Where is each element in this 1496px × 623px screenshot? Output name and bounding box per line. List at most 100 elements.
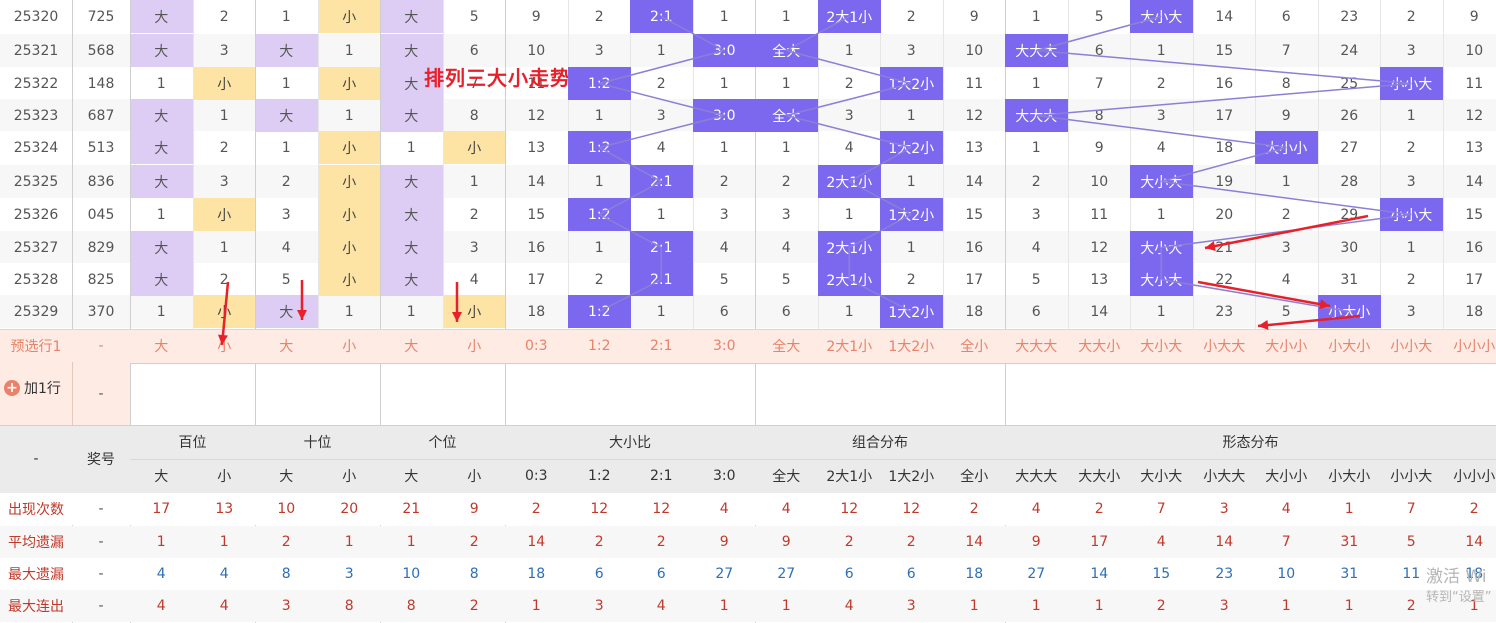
sub-header: 0:3 (524, 468, 548, 484)
hit-cell: 1:2 (568, 131, 631, 164)
data-cell: 3 (1406, 42, 1416, 59)
preselect-option[interactable]: 2:1 (630, 329, 693, 362)
preselect-option[interactable]: 小小大 (1380, 329, 1443, 362)
preselect-option[interactable]: 大 (255, 329, 318, 362)
data-cell: 1 (219, 239, 229, 256)
data-cell: 3 (656, 107, 666, 124)
data-cell: 15 (1215, 42, 1234, 59)
data-cell: 8 (469, 107, 479, 124)
data-cell: 大 (380, 99, 443, 132)
preselect-option[interactable]: 小 (193, 329, 256, 362)
data-cell: 14 (527, 173, 546, 190)
data-cell: 3 (906, 42, 916, 59)
preselect-option[interactable]: 小大大 (1193, 329, 1256, 362)
header-dash: - (33, 451, 39, 467)
sub-header: 1:2 (587, 468, 611, 484)
data-cell: 11 (1465, 75, 1484, 92)
issue-cell: 25323 (13, 107, 59, 124)
grid-vline (1318, 0, 1319, 330)
data-cell: 1 (656, 42, 666, 59)
data-cell: 7 (1094, 75, 1104, 92)
stats-value: 8 (406, 598, 416, 614)
data-cell: 26 (1340, 107, 1359, 124)
data-cell: 2 (719, 173, 729, 190)
data-cell: 1 (344, 107, 354, 124)
data-cell: 3 (1156, 107, 1166, 124)
data-cell: 5 (781, 271, 791, 288)
preselect-option[interactable]: 大大大 (1005, 329, 1068, 362)
data-cell: 4 (1031, 239, 1041, 256)
issue-cell: 25324 (13, 139, 59, 156)
preselect-option[interactable]: 2大1小 (818, 329, 881, 362)
preselect-option[interactable]: 大小小 (1255, 329, 1318, 362)
preselect-option[interactable]: 大小大 (1130, 329, 1193, 362)
award-number-cell: 045 (87, 206, 115, 223)
data-cell: 9 (969, 8, 979, 25)
data-cell: 29 (1340, 206, 1359, 223)
hit-cell: 2:1 (630, 231, 693, 264)
preselect-option[interactable]: 小 (318, 329, 381, 362)
preselect-option[interactable]: 1大2小 (880, 329, 943, 362)
data-cell: 19 (1215, 173, 1234, 190)
sub-header: 大 (279, 469, 294, 485)
preselect-option[interactable]: 大大小 (1068, 329, 1131, 362)
data-cell: 10 (1465, 42, 1484, 59)
data-cell: 1 (1156, 42, 1166, 59)
preselect-option[interactable]: 小小小 (1443, 329, 1496, 362)
add-row-button[interactable]: + 加1行 (4, 378, 61, 398)
hit-cell: 1:2 (568, 198, 631, 231)
sub-header: 大小小 (1265, 469, 1308, 485)
grid-vline (1193, 0, 1194, 330)
hit-cell: 大小大 (1130, 231, 1193, 264)
stats-value: 2 (844, 534, 854, 550)
data-cell: 18 (1465, 303, 1484, 320)
data-cell: 2 (1406, 271, 1416, 288)
grid-vline (193, 0, 194, 330)
data-cell: 1 (594, 107, 604, 124)
hit-cell: 大大大 (1005, 99, 1068, 132)
data-cell: 1 (781, 139, 791, 156)
data-cell: 1 (1406, 107, 1416, 124)
stats-value: 4 (156, 598, 166, 614)
data-cell: 1 (781, 75, 791, 92)
preselect-option[interactable]: 全大 (755, 329, 818, 362)
data-cell: 23 (1340, 8, 1359, 25)
preselect-option[interactable]: 大 (380, 329, 443, 362)
stats-value: 10 (402, 566, 421, 582)
preselect-option[interactable]: 1:2 (568, 329, 631, 362)
preselect-option[interactable]: 小 (443, 329, 506, 362)
preselect-option[interactable]: 大 (130, 329, 193, 362)
data-cell: 2 (656, 75, 666, 92)
group-header: 个位 (428, 435, 457, 451)
stats-value: 3 (1219, 501, 1229, 517)
data-cell: 14 (1090, 303, 1109, 320)
data-cell: 10 (1090, 173, 1109, 190)
stats-value: 9 (781, 534, 791, 550)
data-cell: 1 (1281, 173, 1291, 190)
data-cell: 2 (1406, 139, 1416, 156)
stats-value: 3 (344, 566, 354, 582)
stats-value: 4 (656, 598, 666, 614)
sub-header: 1大2小 (888, 469, 935, 485)
stats-label: 平均遗漏 (8, 535, 64, 551)
preselect-option[interactable]: 小大小 (1318, 329, 1381, 362)
issue-cell: 25322 (13, 75, 59, 92)
data-cell: 大 (380, 0, 443, 33)
data-cell: 15 (965, 206, 984, 223)
sub-header: 小小大 (1390, 469, 1433, 485)
data-cell: 23 (1215, 303, 1234, 320)
stats-value: 2 (469, 598, 479, 614)
grid-vline (568, 0, 569, 330)
preselect-option[interactable]: 全小 (943, 329, 1006, 362)
data-cell: 大 (130, 34, 193, 67)
award-number-cell: 148 (87, 75, 115, 92)
hit-cell: 大小小 (1255, 131, 1318, 164)
sub-header: 小大大 (1203, 469, 1246, 485)
stats-value: 7 (1281, 534, 1291, 550)
preselect-option[interactable]: 3:0 (693, 329, 756, 362)
data-cell: 1 (1156, 206, 1166, 223)
data-cell: 17 (1465, 271, 1484, 288)
data-cell: 18 (527, 303, 546, 320)
preselect-option[interactable]: 0:3 (505, 329, 568, 362)
stats-value: 8 (344, 598, 354, 614)
